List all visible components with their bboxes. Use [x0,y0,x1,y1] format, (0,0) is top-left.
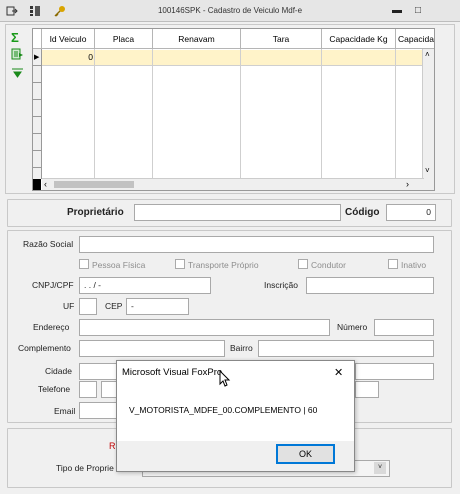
col-header-id-veiculo[interactable]: Id Veiculo [42,29,95,49]
proprietario-input[interactable] [134,204,341,221]
scroll-up-icon[interactable]: ˄ [425,50,430,59]
col-header-placa[interactable]: Placa [95,29,153,49]
cidade-extra-input[interactable] [355,363,434,380]
scroll-thumb[interactable] [54,181,134,188]
ok-button[interactable]: OK [276,444,335,464]
key-icon[interactable] [52,4,66,18]
telefone-ddd-input[interactable] [79,381,97,398]
scroll-left-icon[interactable]: ‹ [44,179,47,189]
uf-input[interactable] [79,298,97,315]
proprietario-label: Proprietário [67,207,124,218]
uf-label: UF [63,301,75,311]
col-header-capacidade-kg[interactable]: Capacidade Kg [322,29,396,49]
cep-label: CEP [105,301,123,311]
col-header-tara[interactable]: Tara [241,29,322,49]
codigo-label: Código [345,207,380,218]
bairro-input[interactable] [258,340,434,357]
scroll-right-icon[interactable]: › [406,179,409,189]
table-row[interactable]: 0 [42,50,434,66]
telefone-extra-input[interactable] [355,381,379,398]
cell-id-veiculo[interactable]: 0 [42,52,93,62]
endereco-input[interactable] [79,319,330,336]
grid-cursor [33,179,41,190]
numero-input[interactable] [374,319,434,336]
scroll-down-icon[interactable]: ˅ [425,166,430,175]
telefone-label: Telefone [38,384,71,394]
window-title: 100146SPK - Cadastro de Veiculo Mdf-e [157,6,303,15]
chevron-down-icon[interactable]: ˅ [374,462,386,474]
row-indicator-column: ▶ [33,49,42,179]
dialog-title: Microsoft Visual FoxPro [117,361,354,385]
dialog-message: V_MOTORISTA_MDFE_00.COMPLEMENTO | 60 [129,405,318,415]
cnpj-label: CNPJ/CPF [32,280,74,290]
numero-label: Número [337,322,368,332]
menu-icon[interactable] [28,4,42,18]
email-label: Email [54,406,76,416]
razao-social-input[interactable] [79,236,434,253]
vehicle-grid[interactable]: Id Veiculo Placa Renavam Tara Capacidade… [32,28,435,191]
grid-corner [33,29,42,49]
mouse-cursor-icon [219,369,231,389]
inativo-label: Inativo [401,260,427,270]
horizontal-scrollbar[interactable]: ‹ › [42,178,424,190]
cnpj-input[interactable]: . . / - [79,277,211,294]
transporte-proprio-label: Transporte Próprio [188,260,259,270]
vertical-scrollbar[interactable]: ˄ ˅ [422,49,434,190]
pessoa-fisica-checkbox[interactable] [79,259,89,269]
condutor-label: Condutor [311,260,346,270]
message-dialog: Microsoft Visual FoxPro ✕ V_MOTORISTA_MD… [116,360,355,472]
pessoa-fisica-label: Pessoa Física [92,260,146,270]
complemento-label: Complemento [18,343,71,353]
endereco-label: Endereço [33,322,70,332]
razao-social-label: Razão Social [23,239,74,249]
condutor-checkbox[interactable] [298,259,308,269]
complemento-input[interactable] [79,340,225,357]
dialog-close-button[interactable]: ✕ [334,366,343,379]
inativo-checkbox[interactable] [388,259,398,269]
exit-icon[interactable] [5,4,19,18]
maximize-button[interactable]: □ [411,4,425,16]
col-header-renavam[interactable]: Renavam [153,29,241,49]
col-header-capacidade[interactable]: Capacida [396,29,434,49]
cidade-input[interactable] [79,363,119,380]
cidade-label: Cidade [45,366,72,376]
email-input[interactable] [79,402,119,419]
current-row-arrow-icon: ▶ [34,54,40,61]
codigo-input[interactable]: 0 [386,204,436,221]
inscricao-label: Inscrição [264,280,299,290]
inscricao-input[interactable] [306,277,434,294]
bairro-label: Bairro [230,343,253,353]
tipo-proprietario-label: Tipo de Proprie [56,463,114,473]
minimize-button[interactable]: ▬ [390,4,404,16]
title-bar: 100146SPK - Cadastro de Veiculo Mdf-e ▬ … [0,0,460,22]
transporte-proprio-checkbox[interactable] [175,259,185,269]
cep-input[interactable]: - [126,298,189,315]
r-label: R [109,441,116,451]
